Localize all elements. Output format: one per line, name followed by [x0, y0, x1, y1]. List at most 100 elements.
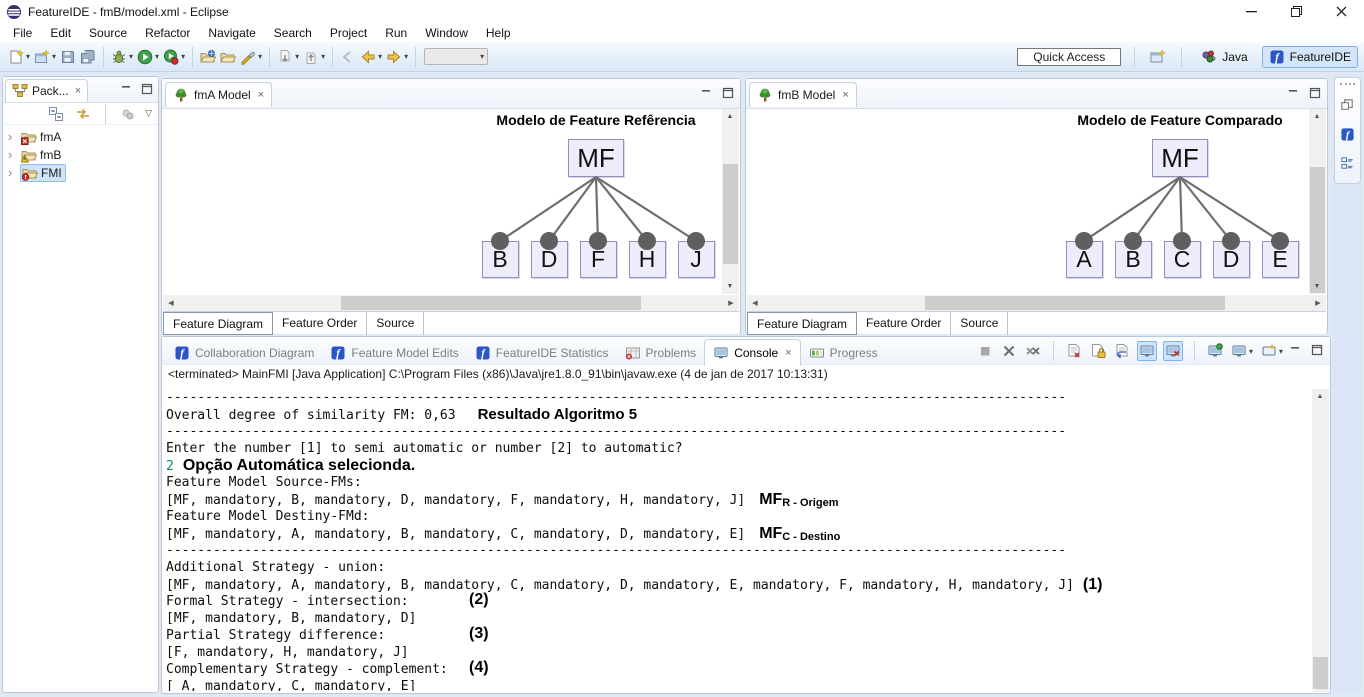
scrollbar-thumb[interactable] [925, 296, 1225, 310]
scroll-up-icon[interactable]: ▲ [1309, 109, 1325, 124]
minimize-view-icon[interactable] [1289, 344, 1301, 356]
feature-diagram-canvas[interactable]: Modelo de Feature ComparadoMFABCDE [747, 109, 1309, 294]
project-FMI[interactable]: ›FMI [3, 164, 158, 182]
new-button[interactable]: ▾ [7, 47, 31, 67]
forward-button[interactable]: ▾ [385, 47, 409, 67]
paint-button[interactable]: ▾ [239, 47, 263, 67]
coverage-button[interactable]: ▾ [162, 47, 186, 67]
display-selected-console-button[interactable]: ▾ [1230, 342, 1254, 360]
menu-help[interactable]: Help [477, 24, 520, 42]
scroll-right-icon[interactable]: ▶ [1310, 295, 1326, 310]
window-close-button[interactable] [1319, 0, 1364, 23]
console-tab-problems[interactable]: Problems [617, 340, 705, 366]
menu-source[interactable]: Source [80, 24, 136, 42]
page-tab-feature-diagram[interactable]: Feature Diagram [747, 312, 857, 335]
package-explorer-tab[interactable]: Pack... × [5, 79, 88, 102]
maximize-view-icon[interactable] [722, 87, 734, 99]
new-project-button[interactable]: ▾ [33, 47, 57, 67]
feature-node-D[interactable]: D [1213, 241, 1250, 278]
perspective-featureide-button[interactable]: f FeatureIDE [1262, 46, 1358, 68]
maximize-view-icon[interactable] [1311, 344, 1323, 356]
last-edit-button[interactable] [339, 47, 357, 67]
feature-node-B[interactable]: B [1115, 241, 1152, 278]
scrollbar-thumb[interactable] [341, 296, 641, 310]
menu-navigate[interactable]: Navigate [199, 24, 264, 42]
open-folder-button[interactable] [219, 47, 237, 67]
page-tab-source[interactable]: Source [367, 312, 424, 335]
close-icon[interactable]: × [785, 347, 791, 359]
close-icon[interactable]: × [75, 85, 81, 97]
feature-node-B[interactable]: B [482, 241, 519, 278]
feature-node-C[interactable]: C [1164, 241, 1201, 278]
collapse-all-button[interactable] [47, 104, 65, 124]
chevron-right-icon[interactable]: › [8, 131, 20, 143]
focus-task-button[interactable] [119, 104, 137, 124]
chevron-right-icon[interactable]: › [8, 167, 20, 179]
outline-view-button[interactable] [1339, 154, 1356, 173]
feature-node-MF[interactable]: MF [1152, 139, 1208, 177]
run-button[interactable]: ▾ [136, 47, 160, 67]
scroll-down-icon[interactable]: ▼ [722, 279, 738, 294]
console-tab-progress[interactable]: Progress [801, 340, 886, 366]
console-tab-featureide-statistics[interactable]: fFeatureIDE Statistics [467, 340, 617, 366]
save-all-button[interactable] [79, 47, 97, 67]
word-wrap-button[interactable] [1113, 342, 1131, 360]
vertical-scrollbar[interactable]: ▲▼ [722, 109, 739, 294]
menu-refactor[interactable]: Refactor [136, 24, 199, 42]
page-tab-feature-diagram[interactable]: Feature Diagram [163, 312, 273, 335]
feature-node-A[interactable]: A [1066, 241, 1103, 278]
close-icon[interactable]: × [258, 89, 264, 101]
featureide-view-button[interactable]: f [1339, 125, 1356, 144]
console-output[interactable]: ----------------------------------------… [166, 389, 1310, 691]
menu-search[interactable]: Search [265, 24, 321, 42]
scrollbar-thumb[interactable] [1310, 167, 1325, 293]
menu-window[interactable]: Window [416, 24, 477, 42]
console-tab-collaboration-diagram[interactable]: fCollaboration Diagram [166, 340, 322, 366]
show-stdout-button[interactable] [1137, 341, 1157, 361]
show-stderr-button[interactable] [1163, 341, 1183, 361]
minimize-view-icon[interactable] [120, 83, 132, 95]
feature-node-J[interactable]: J [678, 241, 715, 278]
open-browser-button[interactable] [199, 47, 217, 67]
clear-console-button[interactable] [1065, 342, 1083, 360]
feature-diagram-canvas[interactable]: Modelo de Feature RefêrenciaMFBDFHJ [163, 109, 722, 294]
project-fmA[interactable]: ›fmA [3, 128, 158, 146]
maximize-view-icon[interactable] [141, 83, 153, 95]
editor-tab-fmA[interactable]: fmA Model× [165, 82, 272, 107]
previous-annotation-button[interactable]: ▾ [302, 47, 326, 67]
terminate-button[interactable] [976, 342, 994, 360]
remove-all-terminated-button[interactable] [1024, 342, 1042, 360]
debug-button[interactable]: ▾ [110, 47, 134, 67]
minimize-view-icon[interactable] [700, 87, 712, 99]
scrollbar-thumb[interactable] [1313, 657, 1328, 689]
page-tab-source[interactable]: Source [951, 312, 1008, 335]
scroll-up-icon[interactable]: ▲ [1312, 389, 1328, 404]
menu-edit[interactable]: Edit [41, 24, 80, 42]
drag-handle[interactable] [1340, 83, 1355, 86]
maximize-view-icon[interactable] [1309, 87, 1321, 99]
save-button[interactable] [59, 47, 77, 67]
view-menu-icon[interactable]: ▽ [145, 108, 152, 119]
project-fmB[interactable]: ›fmB [3, 146, 158, 164]
zoom-combo[interactable]: ▾ [424, 48, 488, 65]
scrollbar-thumb[interactable] [723, 164, 738, 264]
open-perspective-button[interactable] [1149, 47, 1167, 67]
scroll-down-icon[interactable]: ▼ [1309, 279, 1325, 294]
window-minimize-button[interactable] [1229, 0, 1274, 23]
close-icon[interactable]: × [842, 89, 848, 101]
page-tab-feature-order[interactable]: Feature Order [273, 312, 367, 335]
console-tab-console[interactable]: Console× [704, 339, 800, 366]
pin-console-button[interactable] [1206, 342, 1224, 360]
scroll-lock-button[interactable] [1089, 342, 1107, 360]
next-annotation-button[interactable]: ▾ [276, 47, 300, 67]
menu-file[interactable]: File [4, 24, 41, 42]
feature-node-H[interactable]: H [629, 241, 666, 278]
back-button[interactable]: ▾ [359, 47, 383, 67]
console-tab-feature-model-edits[interactable]: fFeature Model Edits [322, 340, 466, 366]
chevron-right-icon[interactable]: › [8, 149, 20, 161]
feature-node-E[interactable]: E [1262, 241, 1299, 278]
horizontal-scrollbar[interactable]: ◀▶ [747, 295, 1326, 311]
scroll-up-icon[interactable]: ▲ [722, 109, 738, 124]
quick-access-field[interactable]: Quick Access [1017, 48, 1121, 66]
scroll-left-icon[interactable]: ◀ [747, 295, 763, 310]
